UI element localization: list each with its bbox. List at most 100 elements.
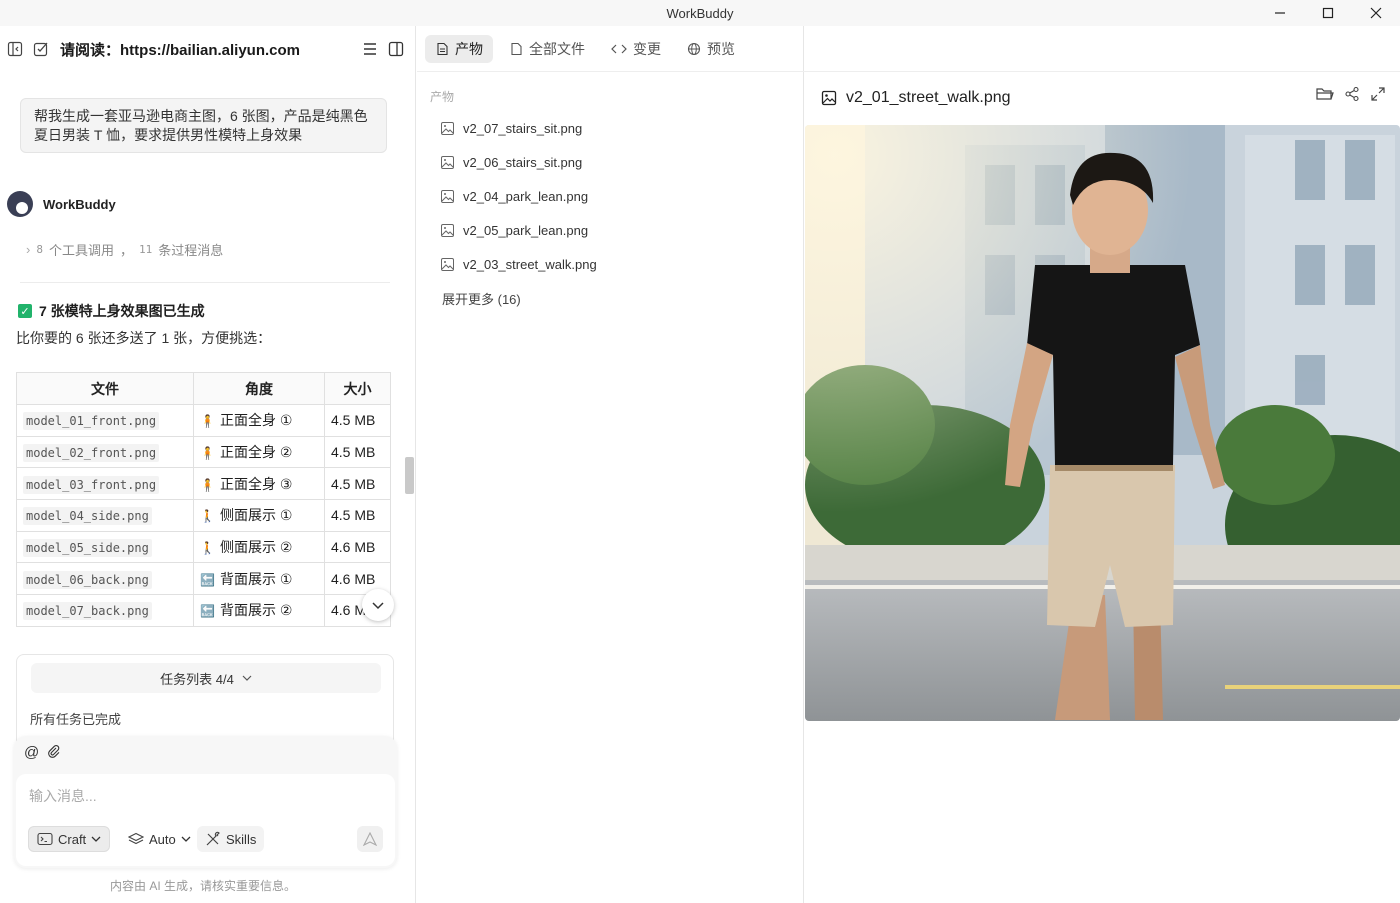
tab-artifacts[interactable]: 产物 xyxy=(425,34,493,63)
title-bar: WorkBuddy xyxy=(0,0,1400,26)
file-name: model_02_front.png xyxy=(23,444,160,463)
image-icon xyxy=(441,189,454,203)
avatar xyxy=(7,191,33,217)
person-icon: 🔙 xyxy=(200,572,215,587)
menu-icon[interactable] xyxy=(357,36,383,62)
tool-calls-summary[interactable]: › 8 个工具调用 ， 11 条过程消息 xyxy=(26,240,223,259)
file-name: model_05_side.png xyxy=(23,539,152,558)
header-angle: 角度 xyxy=(193,372,325,405)
preview-panel: v2_01_street_walk.png xyxy=(805,72,1400,903)
image-icon xyxy=(821,90,837,106)
person-icon: 🧍 xyxy=(200,477,215,492)
tab-changes[interactable]: 变更 xyxy=(601,35,671,63)
mention-icon[interactable]: @ xyxy=(24,744,39,761)
share-icon[interactable] xyxy=(1344,86,1360,102)
list-item[interactable]: v2_04_park_lean.png xyxy=(441,180,597,214)
file-cell: model_01_front.png xyxy=(16,404,194,437)
file-cell: model_02_front.png xyxy=(16,435,194,469)
tab-bar: 产物 全部文件 变更 预览 xyxy=(417,26,1400,72)
result-heading: ✓ 7 张模特上身效果图已生成 xyxy=(18,301,205,321)
tab-preview[interactable]: 预览 xyxy=(677,35,745,63)
globe-icon xyxy=(687,42,701,55)
angle-cell: 🔙 背面展示 ② xyxy=(193,594,325,627)
angle-cell: 🚶 侧面展示 ② xyxy=(193,530,325,564)
image-icon xyxy=(441,122,454,136)
task-status: 所有任务已完成 xyxy=(30,712,122,727)
list-item[interactable]: v2_05_park_lean.png xyxy=(441,213,597,247)
angle-cell: 🔙 背面展示 ① xyxy=(193,562,325,596)
table-row: model_02_front.png 🧍 正面全身 ② 4.5 MB xyxy=(16,435,391,469)
angle-cell: 🧍 正面全身 ① xyxy=(193,404,325,437)
person-icon: 🚶 xyxy=(200,541,215,556)
tab-label: 全部文件 xyxy=(529,40,585,57)
skills-button[interactable]: Skills xyxy=(197,826,265,852)
file-name: model_03_front.png xyxy=(23,475,160,494)
expand-icon[interactable] xyxy=(1370,86,1386,102)
new-chat-icon[interactable] xyxy=(28,36,54,62)
header-file: 文件 xyxy=(16,372,194,405)
file-name: v2_07_stairs_sit.png xyxy=(463,121,583,137)
message-input[interactable]: 输入消息... xyxy=(29,786,97,806)
send-icon xyxy=(363,832,377,846)
table-header-row: 文件 角度 大小 xyxy=(16,372,391,405)
person-icon: 🧍 xyxy=(200,414,215,429)
collapse-sidebar-icon[interactable] xyxy=(2,36,28,62)
preview-filename: v2_01_street_walk.png xyxy=(846,89,1011,106)
chat-title: 请阅读：https://bailian.aliyun.com xyxy=(60,41,301,59)
auto-label: Auto xyxy=(149,831,176,847)
result-subtitle: 比你要的 6 张还多送了 1 张，方便挑选： xyxy=(16,330,272,346)
window-controls xyxy=(1256,0,1400,26)
model-photo xyxy=(805,125,1400,721)
attach-icon[interactable] xyxy=(47,744,61,761)
chevron-down-icon xyxy=(372,602,384,610)
craft-mode-select[interactable]: Craft xyxy=(28,826,111,852)
angle-label: 正面全身 ③ xyxy=(220,475,293,492)
minimize-icon[interactable] xyxy=(1256,0,1304,26)
expand-more-link[interactable]: 展开更多 (16) xyxy=(442,289,521,308)
angle-label: 背面展示 ② xyxy=(220,602,293,619)
file-cell: model_06_back.png xyxy=(16,562,194,596)
process-count-label: 条过程消息 xyxy=(158,243,224,258)
list-item[interactable]: v2_06_stairs_sit.png xyxy=(441,146,597,180)
send-button[interactable] xyxy=(357,826,383,852)
list-item[interactable]: v2_03_street_walk.png xyxy=(441,247,597,281)
angle-label: 背面展示 ① xyxy=(220,570,293,587)
code-icon xyxy=(611,44,627,53)
scroll-to-bottom-button[interactable] xyxy=(362,589,394,621)
chevron-down-icon xyxy=(242,675,252,681)
maximize-icon[interactable] xyxy=(1304,0,1352,26)
angle-label: 侧面展示 ② xyxy=(220,539,293,556)
person-icon: 🧍 xyxy=(200,446,215,461)
folder-open-icon[interactable] xyxy=(1316,86,1334,102)
divider xyxy=(20,282,390,283)
task-list-toggle[interactable]: 任务列表 4/4 xyxy=(31,663,381,693)
composer: @ 输入消息... Craft Auto Skills xyxy=(14,736,397,868)
file-name: model_07_back.png xyxy=(23,602,152,621)
angle-label: 正面全身 ① xyxy=(220,412,293,429)
close-icon[interactable] xyxy=(1352,0,1400,26)
message-input-area[interactable]: 输入消息... Craft Auto Skills xyxy=(16,774,395,866)
model-select[interactable]: Auto xyxy=(120,826,199,852)
tab-label: 预览 xyxy=(707,40,735,57)
file-name: v2_04_park_lean.png xyxy=(463,188,589,204)
chat-header: 请阅读：https://bailian.aliyun.com xyxy=(0,26,416,72)
angle-cell: 🧍 正面全身 ③ xyxy=(193,467,325,501)
file-name: model_04_side.png xyxy=(23,507,152,526)
tab-label: 产物 xyxy=(455,40,483,57)
preview-header: v2_01_street_walk.png xyxy=(805,72,1400,124)
table-row: model_05_side.png 🚶 侧面展示 ② 4.6 MB xyxy=(16,530,391,564)
angle-cell: 🧍 正面全身 ② xyxy=(193,435,325,469)
table-row: model_01_front.png 🧍 正面全身 ① 4.5 MB xyxy=(16,404,391,437)
skills-label: Skills xyxy=(226,831,257,847)
list-item[interactable]: v2_07_stairs_sit.png xyxy=(441,112,597,146)
artifact-file-list: v2_07_stairs_sit.png v2_06_stairs_sit.png… xyxy=(441,112,597,281)
table-row: model_07_back.png 🔙 背面展示 ② 4.6 MB xyxy=(16,594,391,627)
split-panel-icon[interactable] xyxy=(383,36,409,62)
window-title: WorkBuddy xyxy=(666,5,734,21)
size-cell: 4.5 MB xyxy=(324,467,391,501)
craft-label: Craft xyxy=(58,831,87,847)
bot-name: WorkBuddy xyxy=(43,196,116,212)
scrollbar-thumb[interactable] xyxy=(405,457,414,494)
document-icon xyxy=(437,42,448,55)
tab-all-files[interactable]: 全部文件 xyxy=(499,35,595,63)
